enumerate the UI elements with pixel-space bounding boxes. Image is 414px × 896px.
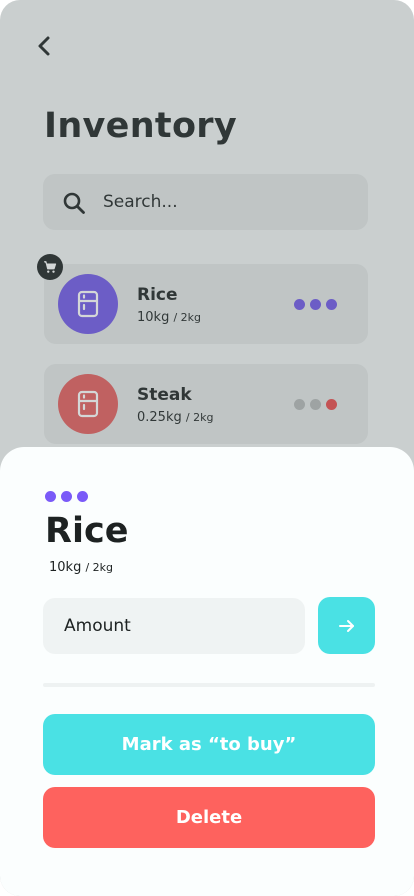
submit-amount-button[interactable] <box>318 597 375 654</box>
delete-button[interactable]: Delete <box>43 787 375 848</box>
mark-to-buy-button[interactable]: Mark as “to buy” <box>43 714 375 775</box>
sheet-target: / 2kg <box>85 561 114 574</box>
item-detail-sheet: Rice 10kg / 2kg Mark as “to buy” Delete <box>0 447 414 896</box>
divider <box>43 683 375 687</box>
inventory-screen: Inventory Rice 10kg / 2kg <box>0 0 414 896</box>
status-dots <box>45 491 88 502</box>
status-dot <box>77 491 88 502</box>
status-dot <box>45 491 56 502</box>
arrow-right-icon <box>338 619 354 632</box>
sheet-amount: 10kg <box>49 560 82 575</box>
sheet-title: Rice <box>45 511 129 551</box>
amount-input[interactable] <box>64 598 294 654</box>
amount-field[interactable] <box>43 598 305 654</box>
status-dot <box>61 491 72 502</box>
sheet-quantity: 10kg / 2kg <box>49 560 113 575</box>
